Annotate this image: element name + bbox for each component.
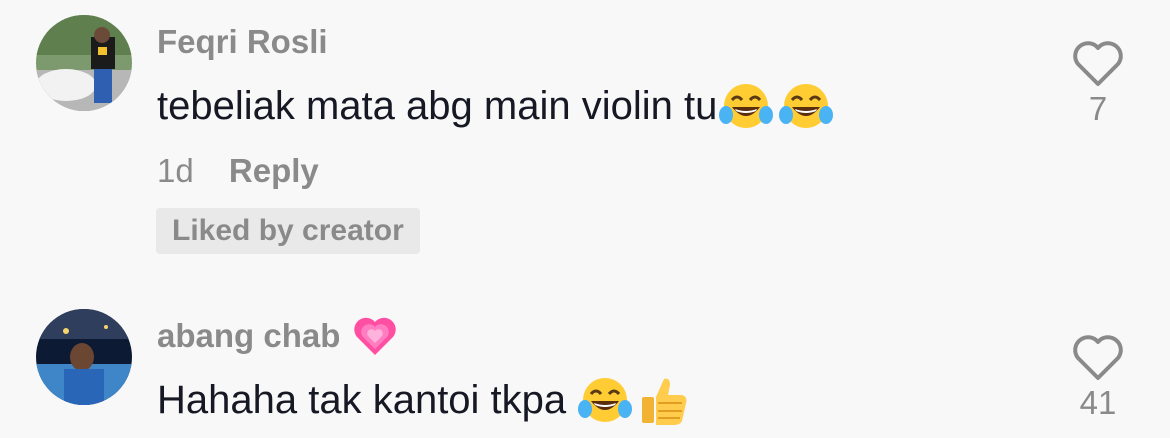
like-control[interactable]: 41: [1066, 334, 1130, 422]
like-count: 41: [1079, 384, 1117, 421]
heart-outline-icon[interactable]: [1070, 334, 1126, 382]
comment-timestamp: 1d: [157, 152, 194, 189]
growing-heart-icon: [354, 317, 397, 355]
reply-button[interactable]: Reply: [229, 152, 319, 189]
avatar[interactable]: [36, 15, 132, 111]
liked-by-creator-badge: Liked by creator: [156, 208, 420, 254]
avatar-image: [36, 15, 132, 111]
username-text[interactable]: abang chab: [157, 317, 340, 355]
face-with-tears-of-joy-icon: [578, 378, 633, 422]
comment-item: abang chab Hahaha tak kantoi tkpa 41: [0, 270, 1170, 438]
like-count: 7: [1088, 90, 1108, 127]
avatar[interactable]: [36, 309, 132, 405]
comment-text-content: tebeliak mata abg main violin tu: [157, 83, 718, 128]
avatar-image: [36, 309, 132, 405]
face-with-tears-of-joy-icon: [779, 84, 834, 128]
comment-meta: 1d Reply: [157, 151, 319, 191]
comment-text: Hahaha tak kantoi tkpa: [157, 372, 690, 428]
comment-username[interactable]: Feqri Rosli: [157, 20, 328, 64]
thumbs-up-icon: [642, 378, 687, 425]
like-control[interactable]: 7: [1066, 40, 1130, 128]
comment-text-content: Hahaha tak kantoi tkpa: [157, 377, 567, 422]
face-with-tears-of-joy-icon: [719, 84, 774, 128]
heart-outline-icon[interactable]: [1070, 40, 1126, 88]
comment-text: tebeliak mata abg main violin tu: [157, 78, 834, 134]
comment-username[interactable]: abang chab: [157, 312, 398, 360]
comment-item: Feqri Rosli tebeliak mata abg main violi…: [0, 0, 1170, 270]
username-text[interactable]: Feqri Rosli: [157, 23, 328, 61]
